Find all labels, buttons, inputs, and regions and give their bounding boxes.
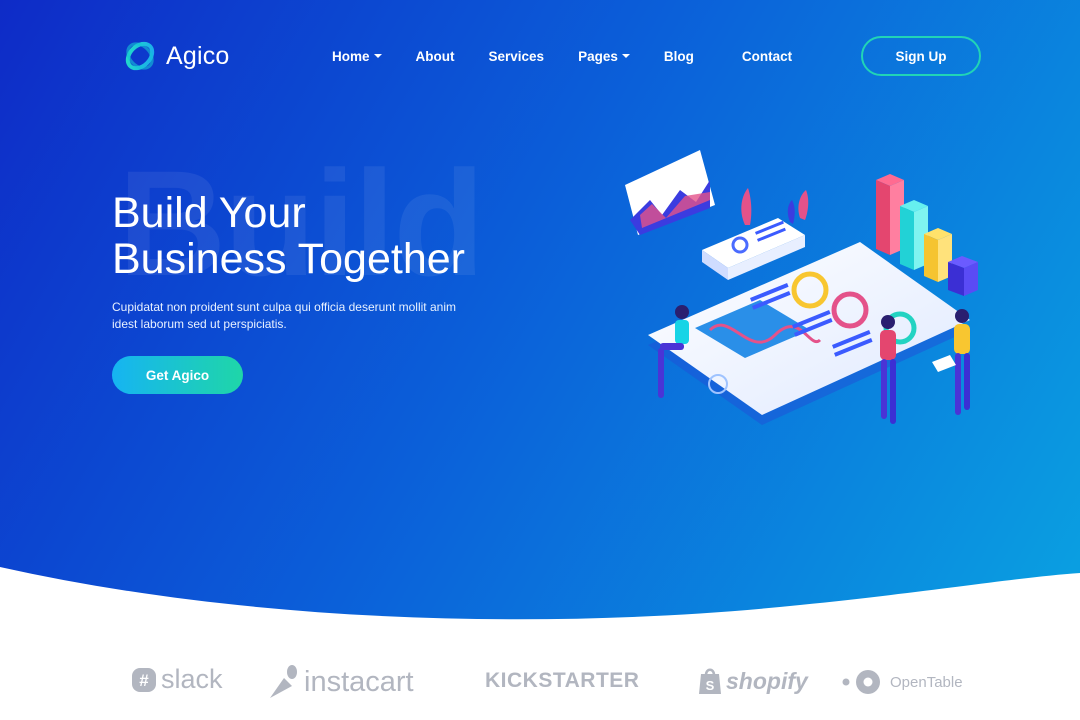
sign-up-button[interactable]: Sign Up [861,36,981,76]
chevron-down-icon [373,54,382,58]
agico-logo-icon [125,41,155,71]
nav-item-pages[interactable]: Pages [578,49,630,64]
nav-item-label: Contact [741,48,793,64]
partner-logos: # slack instacart KICKSTARTER S shopify … [0,650,1080,710]
nav-item-label: Services [488,48,545,64]
svg-text:S: S [706,678,715,693]
partner-name: KICKSTARTER [485,669,640,692]
partner-logo-slack: # slack [130,664,223,695]
headline-line-1: Build Your [112,189,306,237]
carrot-icon [270,665,297,698]
brand-name: Agico [166,41,230,70]
floating-stats-card [702,188,809,280]
nav-item-label: About [415,48,455,64]
svg-text:#: # [139,671,149,690]
nav-item-home[interactable]: Home [332,49,382,64]
shopping-bag-icon: S [699,668,721,694]
partner-name: instacart [304,665,414,698]
nav-item-label: Blog [663,48,694,64]
brand-logo[interactable]: Agico [122,38,230,74]
headline-line-2: Business Together [112,235,465,283]
partner-name: OpenTable [890,673,963,691]
partner-name: shopify [726,667,808,694]
nav-item-contact[interactable]: Contact [742,49,792,64]
nav-item-services[interactable]: Services [489,49,545,64]
nav-item-blog[interactable]: Blog [664,49,694,64]
get-agico-button[interactable]: Get Agico [112,356,243,394]
partner-name: slack [161,664,223,694]
hero-description: Cupidatat non proident sunt culpa qui of… [112,300,456,331]
partner-logo-instacart: instacart [266,664,414,700]
opentable-dots-icon [842,670,880,694]
person-standing-figure [880,315,896,424]
partner-logo-kickstarter: KICKSTARTER [485,669,639,693]
slack-icon: # [132,667,156,692]
partner-logo-shopify: S shopify [697,666,808,696]
hero-headline: Build Your Business Together [112,190,582,282]
nav-item-label: Home [332,48,370,64]
partner-logo-opentable: OpenTable [842,669,963,695]
nav-item-label: Pages [578,48,618,64]
chevron-down-icon [621,54,630,58]
nav-item-about[interactable]: About [416,49,455,64]
hero-isometric-illustration [625,150,978,425]
tablet-dashboard-graphic [648,242,970,425]
main-menu: Home About Services Pages Blog Contact [332,46,792,66]
floating-area-chart-card [625,150,715,235]
top-navigation: Agico Home About Services Pages Blog Con… [0,0,1080,112]
